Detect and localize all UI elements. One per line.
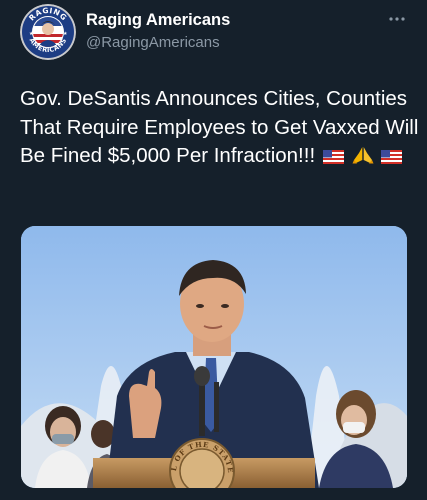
avatar[interactable]: RAGING AMERICANS ★ ★	[20, 4, 76, 60]
more-horizontal-icon	[389, 17, 405, 21]
us-flag-icon	[322, 144, 344, 173]
avatar-star-left: ★	[29, 31, 34, 37]
tweet-media-photo[interactable]: SEAL OF THE STATE OF	[21, 226, 407, 488]
display-name[interactable]: Raging Americans	[86, 11, 230, 30]
avatar-star-right: ★	[63, 31, 68, 37]
handle[interactable]: @RagingAmericans	[86, 34, 220, 51]
folded-hands-icon	[352, 144, 374, 173]
tweet-body: Gov. DeSantis Announces Cities, Counties…	[20, 85, 420, 173]
more-options-button[interactable]	[384, 9, 410, 29]
us-flag-icon	[381, 144, 403, 173]
